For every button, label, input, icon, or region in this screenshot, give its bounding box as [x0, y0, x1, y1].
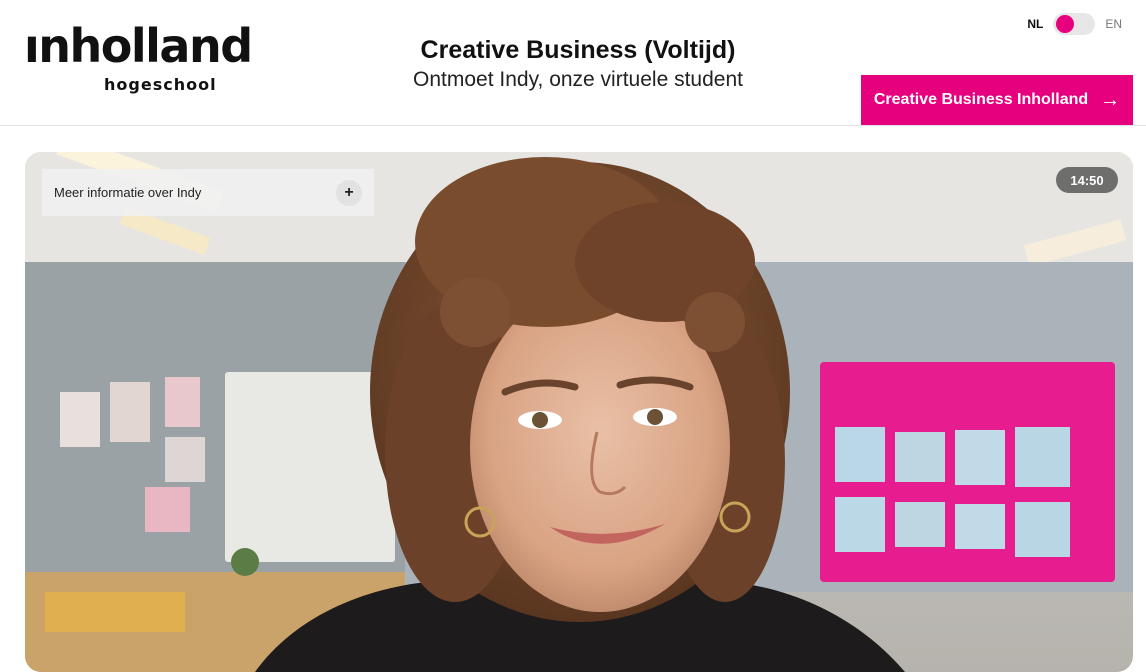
inholland-logo[interactable]: ınholland hogeschool: [24, 19, 264, 96]
virtual-student-video[interactable]: [25, 152, 1133, 672]
more-info-label: Meer informatie over Indy: [54, 185, 202, 200]
student-scene-image: [25, 152, 1133, 672]
toggle-knob: [1056, 15, 1075, 33]
creative-business-button[interactable]: Creative Business Inholland →: [861, 75, 1133, 125]
logo-subtitle: hogeschool: [104, 75, 217, 94]
page-heading: Creative Business (Voltijd) Ontmoet Indy…: [330, 34, 826, 94]
plus-icon[interactable]: +: [336, 179, 362, 206]
session-timer: 14:50: [1056, 167, 1118, 193]
language-en-label[interactable]: EN: [1105, 17, 1122, 31]
language-nl-label[interactable]: NL: [1027, 17, 1043, 31]
logo-wordmark: ınholland: [24, 19, 253, 73]
language-toggle[interactable]: [1053, 13, 1096, 35]
more-info-panel[interactable]: Meer informatie over Indy +: [42, 169, 374, 216]
page-subtitle: Ontmoet Indy, onze virtuele student: [413, 68, 743, 91]
language-switch: NL EN: [1027, 12, 1122, 36]
site-header: ınholland hogeschool Creative Business (…: [0, 0, 1146, 126]
arrow-right-icon: →: [1100, 89, 1121, 111]
page-title: Creative Business (Voltijd): [420, 36, 736, 64]
cta-label: Creative Business Inholland: [873, 91, 1089, 108]
